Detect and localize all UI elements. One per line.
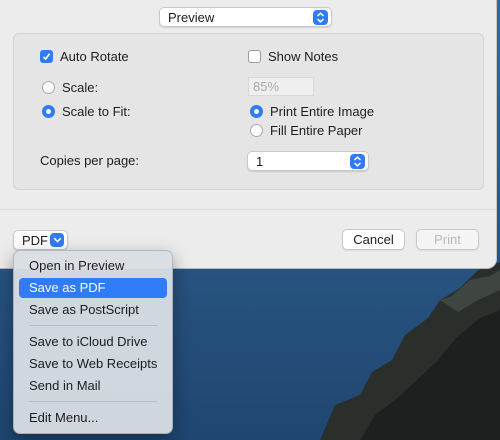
menu-item-save-as-postscript[interactable]: Save as PostScript [19,300,167,320]
menu-item-open-in-preview[interactable]: Open in Preview [19,256,167,276]
auto-rotate-checkbox[interactable]: Auto Rotate [40,49,129,64]
menu-separator [29,325,157,326]
print-entire-image-radio[interactable]: Print Entire Image [250,104,374,119]
scale-percent-field: 85% [248,77,314,96]
show-notes-checkbox[interactable]: Show Notes [248,49,338,64]
scale-to-fit-label: Scale to Fit: [62,104,131,119]
empty-checkbox-icon [248,50,261,63]
footer-separator [0,209,496,210]
preset-popup-value: Preview [168,9,215,25]
popup-stepper-icon [313,9,328,25]
radio-off-icon [250,124,263,137]
print-entire-image-label: Print Entire Image [270,104,375,119]
radio-on-icon [250,105,263,118]
print-button[interactable]: Print [416,229,479,250]
chevron-down-icon [50,233,64,247]
show-notes-label: Show Notes [268,49,339,64]
copies-per-page-value: 1 [256,153,264,169]
scale-radio[interactable]: Scale: [42,80,98,95]
preset-popup[interactable]: Preview [159,7,332,27]
menu-item-save-to-icloud-drive[interactable]: Save to iCloud Drive [19,332,167,352]
copies-per-page-row: Copies per page: [40,153,139,168]
popup-stepper-icon [350,153,365,169]
menu-item-save-as-pdf[interactable]: Save as PDF [19,278,167,298]
copies-per-page-label: Copies per page: [40,153,140,168]
scale-percent-placeholder: 85% [253,79,280,94]
radio-on-icon [42,105,55,118]
print-dialog: Preview Auto Rotate Show Notes Scale: 85… [0,0,497,269]
cancel-button[interactable]: Cancel [342,229,405,250]
fill-entire-paper-label: Fill Entire Paper [270,123,363,138]
fill-entire-paper-radio[interactable]: Fill Entire Paper [250,123,362,138]
menu-item-save-to-web-receipts[interactable]: Save to Web Receipts [19,354,167,374]
print-button-label: Print [434,232,461,247]
radio-off-icon [42,81,55,94]
menu-item-edit-menu[interactable]: Edit Menu... [19,408,167,428]
menu-separator [29,401,157,402]
scale-to-fit-radio[interactable]: Scale to Fit: [42,104,131,119]
pdf-dropdown-menu: Open in Preview Save as PDF Save as Post… [13,250,173,434]
pdf-button-label: PDF [22,232,48,248]
menu-item-send-in-mail[interactable]: Send in Mail [19,376,167,396]
cancel-button-label: Cancel [353,232,394,247]
checkmark-icon [40,50,53,63]
copies-per-page-popup[interactable]: 1 [247,151,369,171]
scale-label: Scale: [62,80,99,95]
pdf-menu-button[interactable]: PDF [13,230,68,250]
auto-rotate-label: Auto Rotate [60,49,129,64]
